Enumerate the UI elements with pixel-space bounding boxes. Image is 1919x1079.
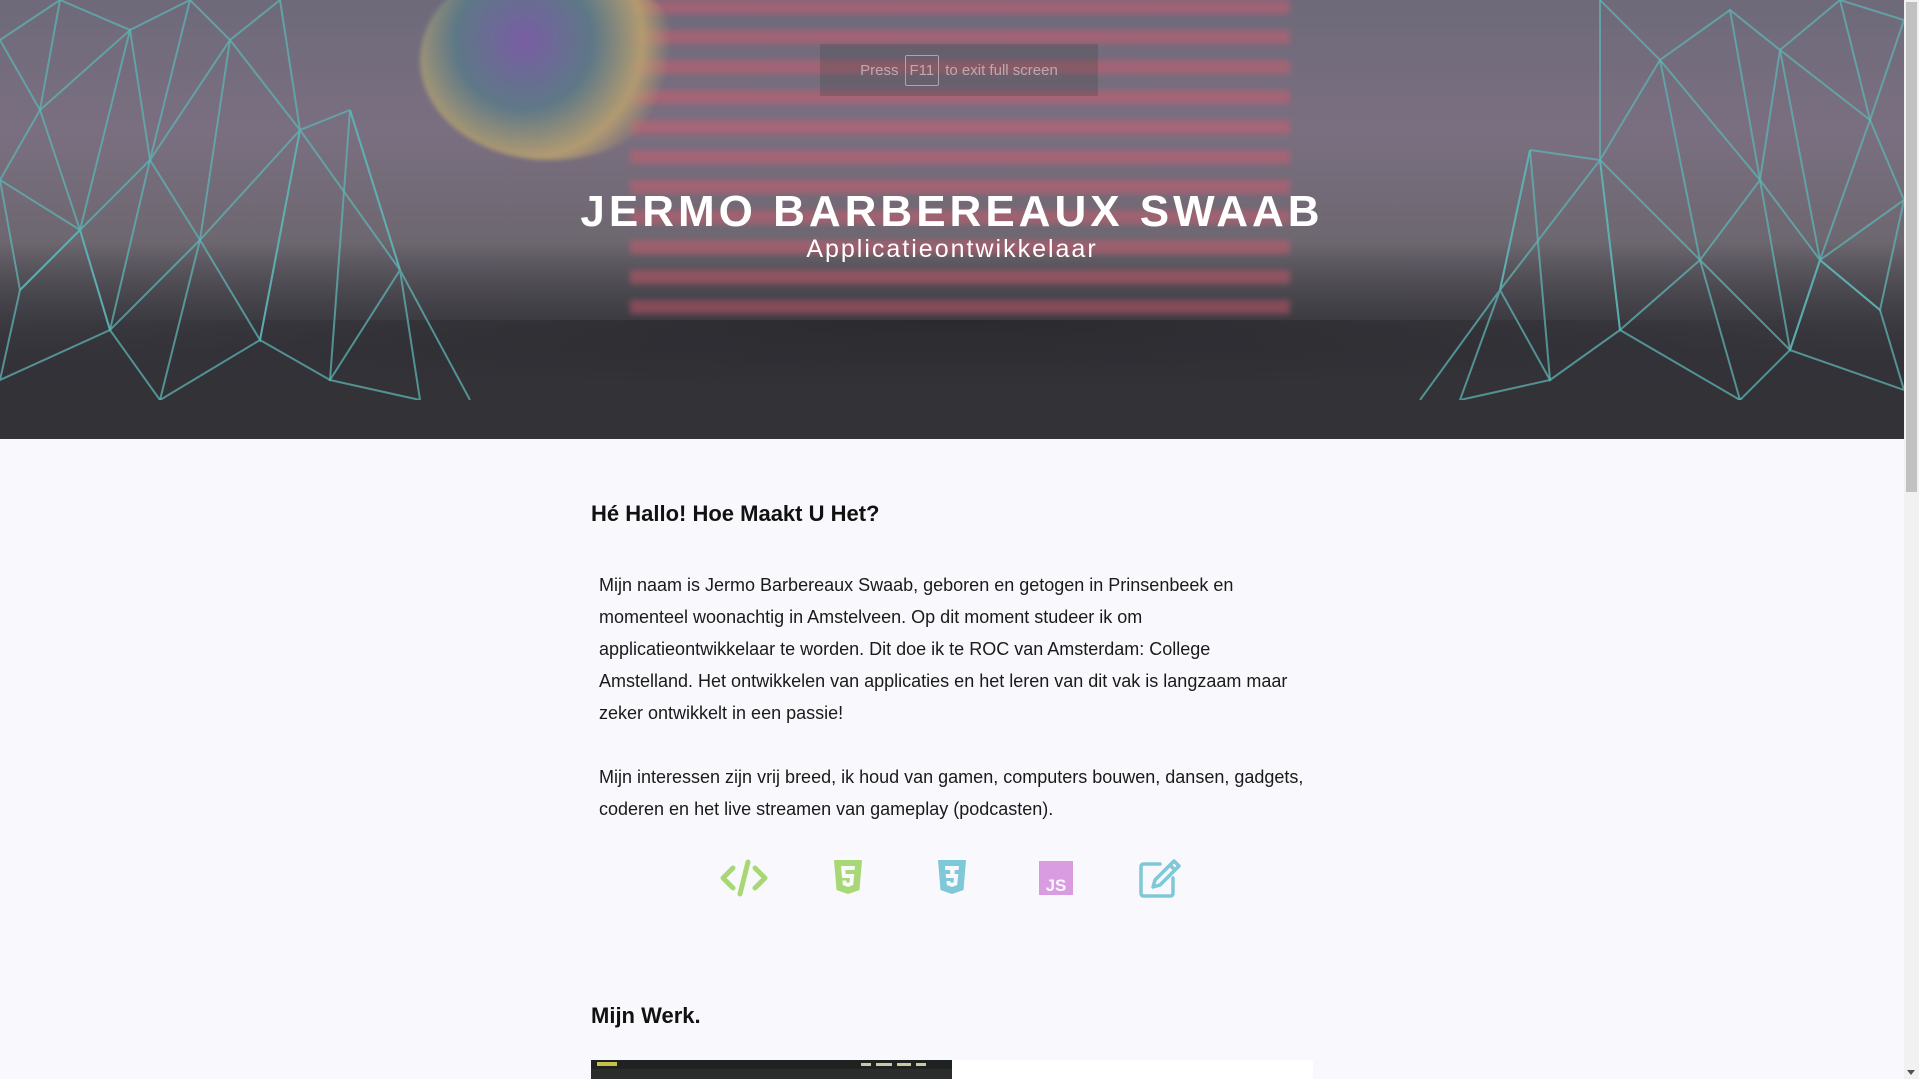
work-item-card[interactable]: [952, 1060, 1313, 1079]
fullscreen-notice-key: F11: [904, 54, 940, 86]
code-icon: [720, 857, 768, 899]
about-paragraph: Mijn naam is Jermo Barbereaux Swaab, geb…: [599, 575, 1288, 723]
fullscreen-notice-suffix: to exit full screen: [945, 61, 1058, 79]
javascript-icon: JS: [1032, 857, 1080, 899]
about-text: Mijn naam is Jermo Barbereaux Swaab, geb…: [599, 569, 1305, 857]
page: Press F11 to exit full screen JERMO BARB…: [0, 0, 1919, 1079]
work-item-thumbnail[interactable]: [591, 1060, 952, 1079]
css3-icon: [928, 857, 976, 899]
skills-icons: JS: [591, 857, 1313, 899]
work-title: Mijn Werk.: [591, 1003, 701, 1028]
scroll-down-arrow-icon[interactable]: [1907, 1070, 1915, 1075]
about-title: Hé Hallo! Hoe Maakt U Het?: [591, 501, 880, 526]
javascript-icon-label: JS: [1046, 876, 1067, 895]
hero-subtitle: Applicatieontwikkelaar: [806, 235, 1098, 263]
hero-banner: Press F11 to exit full screen JERMO BARB…: [0, 0, 1904, 439]
vertical-scrollbar[interactable]: [1904, 0, 1919, 1079]
edit-icon: [1136, 857, 1184, 899]
html5-icon: [824, 857, 872, 899]
hero-title: JERMO BARBEREAUX SWAAB: [580, 187, 1324, 237]
work-grid: [591, 1060, 1313, 1079]
fullscreen-notice: Press F11 to exit full screen: [820, 44, 1098, 96]
scrollbar-thumb[interactable]: [1906, 2, 1917, 492]
fullscreen-notice-prefix: Press: [860, 61, 899, 79]
about-paragraph: Mijn interessen zijn vrij breed, ik houd…: [599, 767, 1304, 819]
